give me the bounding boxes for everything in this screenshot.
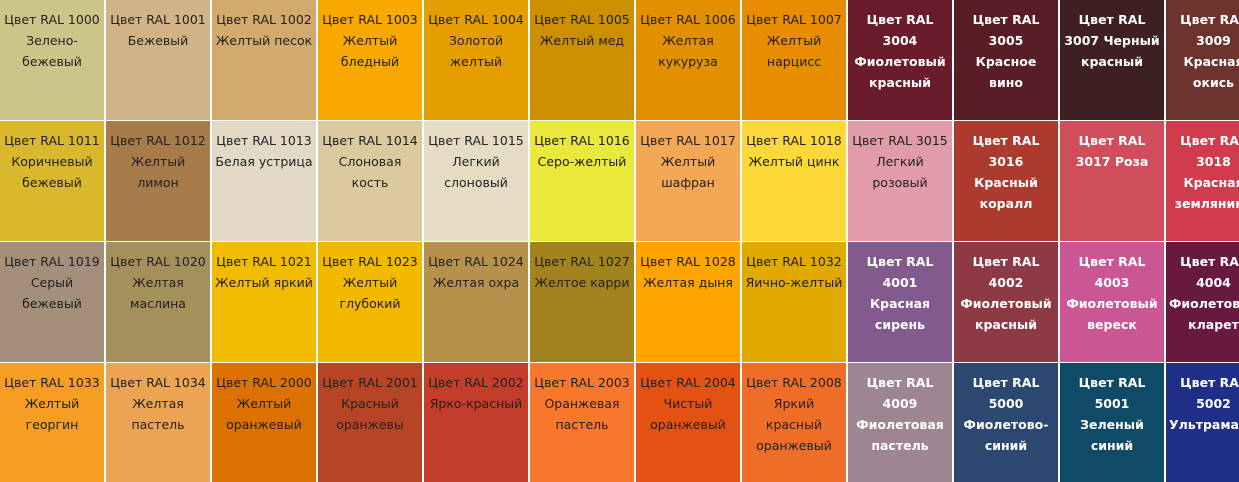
swatch-ral-2003: Цвет RAL 2003 Оранжевая пастель bbox=[530, 363, 634, 482]
swatch-ral-1033: Цвет RAL 1033 Желтый георгин bbox=[0, 363, 104, 482]
swatch-ral-1032: Цвет RAL 1032 Яично-желтый bbox=[742, 242, 846, 362]
swatch-ral-1001: Цвет RAL 1001 Бежевый bbox=[106, 0, 210, 120]
swatch-ral-1002: Цвет RAL 1002 Желтый песок bbox=[212, 0, 316, 120]
swatch-ral-1016: Цвет RAL 1016 Серо-желтый bbox=[530, 121, 634, 241]
swatch-ral-4003: Цвет RAL 4003 Фиолетовый вереск bbox=[1060, 242, 1164, 362]
swatch-ral-3007: Цвет RAL 3007 Черный красный bbox=[1060, 0, 1164, 120]
swatch-ral-1005: Цвет RAL 1005 Желтый мед bbox=[530, 0, 634, 120]
swatch-ral-4009: Цвет RAL 4009 Фиолетовая пастель bbox=[848, 363, 952, 482]
swatch-ral-1020: Цвет RAL 1020 Желтая маслина bbox=[106, 242, 210, 362]
swatch-ral-5002: Цвет RAL 5002 Ультрамарин bbox=[1166, 363, 1239, 482]
swatch-ral-1004: Цвет RAL 1004 Золотой желтый bbox=[424, 0, 528, 120]
swatch-ral-4002: Цвет RAL 4002 Фиолетовый красный bbox=[954, 242, 1058, 362]
swatch-ral-5000: Цвет RAL 5000 Фиолетово-синий bbox=[954, 363, 1058, 482]
swatch-ral-2004: Цвет RAL 2004 Чистый оранжевый bbox=[636, 363, 740, 482]
swatch-ral-2002: Цвет RAL 2002 Ярко-красный bbox=[424, 363, 528, 482]
swatch-ral-5001: Цвет RAL 5001 Зеленый синий bbox=[1060, 363, 1164, 482]
swatch-ral-1023: Цвет RAL 1023 Желтый глубокий bbox=[318, 242, 422, 362]
swatch-ral-4004: Цвет RAL 4004 Фиолетовый кларет bbox=[1166, 242, 1239, 362]
swatch-ral-1034: Цвет RAL 1034 Желтая пастель bbox=[106, 363, 210, 482]
swatch-ral-1006: Цвет RAL 1006 Желтая кукуруза bbox=[636, 0, 740, 120]
swatch-ral-1015: Цвет RAL 1015 Легкий слоновый bbox=[424, 121, 528, 241]
swatch-ral-2001: Цвет RAL 2001 Красный оранжевы bbox=[318, 363, 422, 482]
swatch-ral-1012: Цвет RAL 1012 Желтый лимон bbox=[106, 121, 210, 241]
swatch-ral-1021: Цвет RAL 1021 Желтый яркий bbox=[212, 242, 316, 362]
swatch-ral-3016: Цвет RAL 3016 Красный коралл bbox=[954, 121, 1058, 241]
swatch-ral-3015: Цвет RAL 3015 Легкий розовый bbox=[848, 121, 952, 241]
ral-color-grid: Цвет RAL 1000 Зелено-бежевый Цвет RAL 10… bbox=[0, 0, 1239, 482]
swatch-ral-1013: Цвет RAL 1013 Белая устрица bbox=[212, 121, 316, 241]
swatch-ral-1024: Цвет RAL 1024 Желтая охра bbox=[424, 242, 528, 362]
swatch-ral-1003: Цвет RAL 1003 Желтый бледный bbox=[318, 0, 422, 120]
swatch-ral-1019: Цвет RAL 1019 Серый бежевый bbox=[0, 242, 104, 362]
swatch-ral-3009: Цвет RAL 3009 Красная окись bbox=[1166, 0, 1239, 120]
swatch-ral-1018: Цвет RAL 1018 Желтый цинк bbox=[742, 121, 846, 241]
swatch-ral-3017: Цвет RAL 3017 Роза bbox=[1060, 121, 1164, 241]
swatch-ral-1014: Цвет RAL 1014 Слоновая кость bbox=[318, 121, 422, 241]
swatch-ral-1000: Цвет RAL 1000 Зелено-бежевый bbox=[0, 0, 104, 120]
swatch-ral-3018: Цвет RAL 3018 Красная земляника bbox=[1166, 121, 1239, 241]
swatch-ral-3005: Цвет RAL 3005 Красное вино bbox=[954, 0, 1058, 120]
swatch-ral-1011: Цвет RAL 1011 Коричневый бежевый bbox=[0, 121, 104, 241]
swatch-ral-4001: Цвет RAL 4001 Красная сирень bbox=[848, 242, 952, 362]
swatch-ral-1028: Цвет RAL 1028 Желтая дыня bbox=[636, 242, 740, 362]
swatch-ral-1027: Цвет RAL 1027 Желтое карри bbox=[530, 242, 634, 362]
swatch-ral-2008: Цвет RAL 2008 Яркий красный оранжевый bbox=[742, 363, 846, 482]
swatch-ral-2000: Цвет RAL 2000 Желтый оранжевый bbox=[212, 363, 316, 482]
swatch-ral-1007: Цвет RAL 1007 Желтый нарцисс bbox=[742, 0, 846, 120]
swatch-ral-1017: Цвет RAL 1017 Желтый шафран bbox=[636, 121, 740, 241]
swatch-ral-3004: Цвет RAL 3004 Фиолетовый красный bbox=[848, 0, 952, 120]
